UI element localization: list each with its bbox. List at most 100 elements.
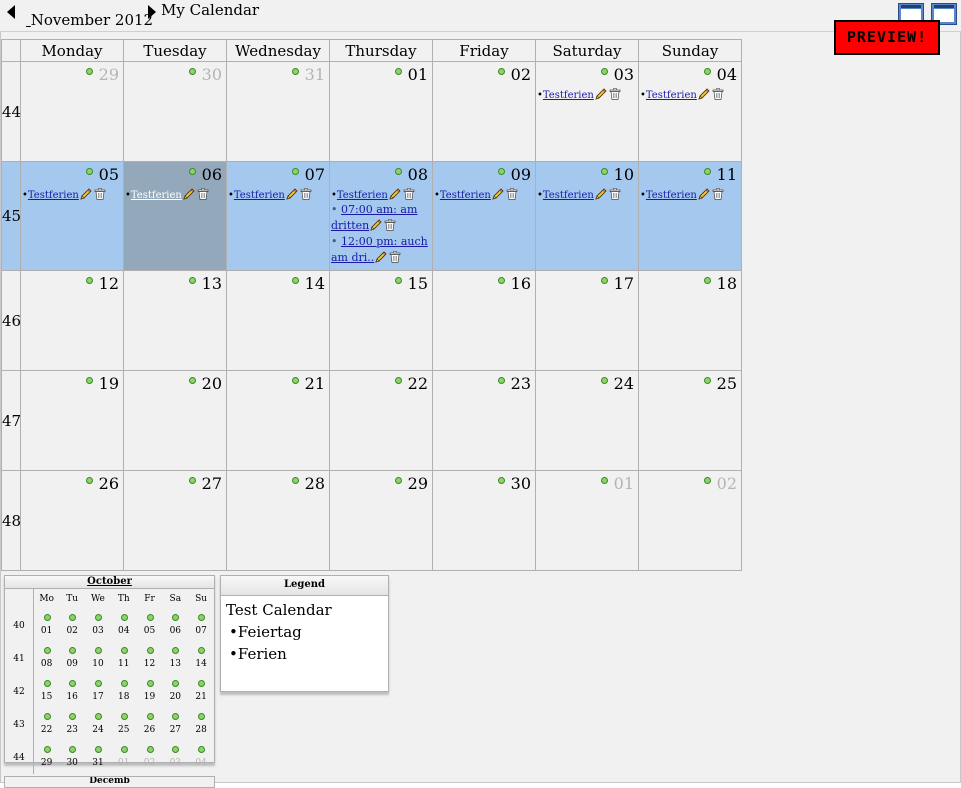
day-cell[interactable]: 29 [20,61,124,162]
day-cell[interactable]: 24 [535,370,639,471]
next-mini-calendar-title[interactable]: Decemb [5,777,214,783]
trash-icon[interactable] [403,188,415,200]
week-number[interactable]: 45 [1,161,21,271]
add-event-icon[interactable] [120,713,128,720]
add-event-icon[interactable] [704,168,711,175]
day-number[interactable]: 24 [614,374,634,393]
mini-day[interactable]: 30 [59,741,85,774]
add-event-icon[interactable] [146,713,154,720]
add-event-icon[interactable] [43,647,51,654]
add-event-icon[interactable] [704,277,711,284]
mini-week-number[interactable]: 42 [5,675,34,708]
mini-day[interactable]: 04 [188,741,214,774]
add-event-icon[interactable] [704,68,711,75]
pencil-icon[interactable] [375,251,387,263]
mini-day-number[interactable]: 02 [137,758,163,768]
mini-day[interactable]: 08 [34,642,60,675]
add-event-icon[interactable] [120,680,128,687]
day-cell[interactable]: 27 [123,470,227,571]
day-cell[interactable]: 01 [329,61,433,162]
add-event-icon[interactable] [498,277,505,284]
day-number[interactable]: 03 [614,65,634,84]
mini-day[interactable]: 29 [34,741,60,774]
day-number[interactable]: 19 [99,374,119,393]
add-event-icon[interactable] [94,746,102,753]
trash-icon[interactable] [506,188,518,200]
week-number[interactable]: 47 [1,370,21,471]
mini-day[interactable]: 20 [162,675,188,708]
add-event-icon[interactable] [94,680,102,687]
add-event-icon[interactable] [498,377,505,384]
day-cell[interactable]: 08 •Testferien • 07:00 am: am dritten • 12:… [329,161,433,271]
mini-day-number[interactable]: 03 [162,758,188,768]
day-number[interactable]: 28 [305,474,325,493]
event-link[interactable]: Testferien [543,190,594,201]
day-number[interactable]: 26 [99,474,119,493]
day-cell[interactable]: 23 [432,370,536,471]
add-event-icon[interactable] [292,68,299,75]
mini-day[interactable]: 22 [34,708,60,741]
day-number[interactable]: 16 [511,274,531,293]
mini-day[interactable]: 17 [85,675,111,708]
mini-day[interactable]: 05 [137,609,163,642]
mini-day[interactable]: 06 [162,609,188,642]
add-event-icon[interactable] [395,277,402,284]
event-link[interactable]: Testferien [646,190,697,201]
mini-day[interactable]: 18 [111,675,137,708]
day-number[interactable]: 10 [614,165,634,184]
mini-day-number[interactable]: 05 [137,626,163,636]
mini-day[interactable]: 07 [188,609,214,642]
mini-day[interactable]: 04 [111,609,137,642]
add-event-icon[interactable] [43,746,51,753]
trash-icon[interactable] [609,88,621,100]
add-event-icon[interactable] [43,713,51,720]
mini-day[interactable]: 31 [85,741,111,774]
pencil-icon[interactable] [389,188,401,200]
day-cell[interactable]: 09 •Testferien [432,161,536,271]
mini-day[interactable]: 11 [111,642,137,675]
mini-day-number[interactable]: 29 [34,758,59,768]
mini-day[interactable]: 03 [162,741,188,774]
mini-day[interactable]: 02 [137,741,163,774]
add-event-icon[interactable] [601,377,608,384]
day-cell[interactable]: 29 [329,470,433,571]
day-number[interactable]: 14 [305,274,325,293]
mini-day-number[interactable]: 07 [188,626,214,636]
mini-day-number[interactable]: 11 [111,659,137,669]
mini-day-number[interactable]: 09 [59,659,85,669]
mini-week-number[interactable]: 44 [5,741,34,774]
mini-day-number[interactable]: 18 [111,692,137,702]
day-number[interactable]: 29 [408,474,428,493]
add-event-icon[interactable] [86,477,93,484]
day-cell[interactable]: 25 [638,370,742,471]
add-event-icon[interactable] [94,713,102,720]
day-number[interactable]: 27 [202,474,222,493]
day-cell[interactable]: 05 •Testferien [20,161,124,271]
add-event-icon[interactable] [69,614,77,621]
mini-day-number[interactable]: 15 [34,692,59,702]
mini-day-number[interactable]: 30 [59,758,85,768]
day-number[interactable]: 07 [305,165,325,184]
day-number[interactable]: 06 [202,165,222,184]
prev-month-icon[interactable] [7,5,15,19]
day-number[interactable]: 01 [408,65,428,84]
mini-day[interactable]: 03 [85,609,111,642]
day-cell[interactable]: 04 •Testferien [638,61,742,162]
mini-day-number[interactable]: 04 [111,626,137,636]
add-event-icon[interactable] [69,713,77,720]
week-number[interactable]: 44 [1,61,21,162]
day-cell[interactable]: 28 [226,470,330,571]
day-number[interactable]: 21 [305,374,325,393]
day-number[interactable]: 13 [202,274,222,293]
day-cell[interactable]: 11 •Testferien [638,161,742,271]
event-link[interactable]: Testferien [234,190,285,201]
add-event-icon[interactable] [172,614,180,621]
day-cell[interactable]: 31 [226,61,330,162]
mini-day-number[interactable]: 24 [85,725,111,735]
day-cell[interactable]: 02 [432,61,536,162]
day-number[interactable]: 18 [717,274,737,293]
add-event-icon[interactable] [146,680,154,687]
add-event-icon[interactable] [172,680,180,687]
add-event-icon[interactable] [189,377,196,384]
day-number[interactable]: 29 [99,65,119,84]
